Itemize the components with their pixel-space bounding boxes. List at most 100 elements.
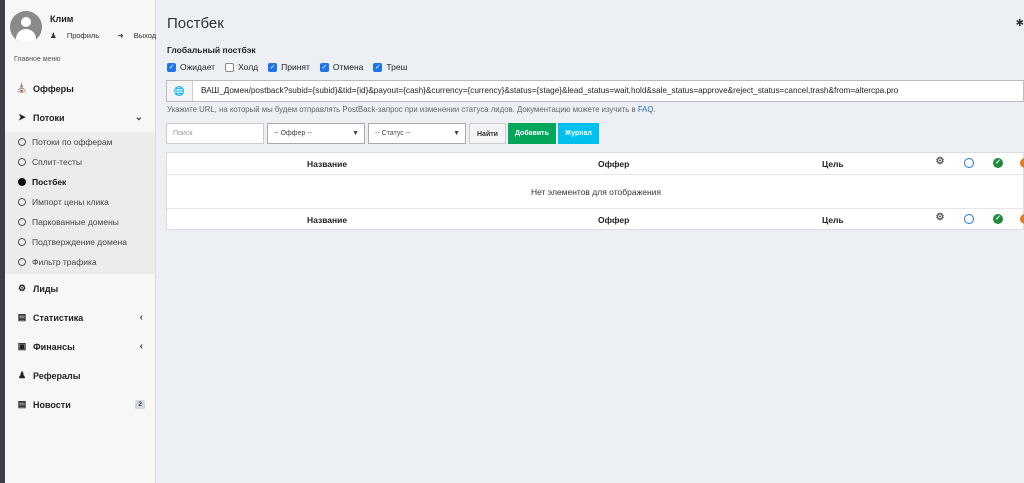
sidebar-subitem-label: Паркованные домены (32, 217, 119, 227)
sidebar-item-stats[interactable]: ▤ Статистика ‹ (5, 303, 155, 332)
postback-hint: Укажите URL, на который мы будем отправл… (167, 105, 656, 114)
column-goal[interactable]: Цель (822, 159, 844, 169)
circle-filled-icon (18, 178, 26, 186)
offer-select-value: -- Оффер -- (274, 130, 312, 137)
column-goal[interactable]: Цель (822, 215, 844, 225)
sidebar-subitem-postback[interactable]: Постбек (5, 172, 155, 192)
money-icon: ▣ (17, 341, 27, 351)
circle-icon (18, 218, 26, 226)
cancel-circle-icon (1020, 158, 1024, 168)
page-title: Постбек (167, 15, 224, 32)
column-offer[interactable]: Оффер (598, 159, 629, 169)
profile-label: Профиль (66, 31, 100, 40)
sidebar-item-label: Статистика (33, 312, 84, 323)
table-footer-row: Название Оффер Цель ⚙ ✓ (167, 208, 1024, 230)
check-circle-icon: ✓ (993, 158, 1003, 168)
logout-label: Выход (133, 31, 157, 40)
sidebar-subitem-label: Подтверждение домена (32, 237, 127, 247)
sidebar: Клим ♟ Профиль ➜ Выход Главное меню ⛪ Офф… (5, 0, 156, 483)
column-offer[interactable]: Оффер (598, 215, 629, 225)
checkbox-trash[interactable]: ✓ Треш (373, 62, 407, 72)
shopping-cart-icon: ⚙ (17, 283, 27, 293)
postback-url-group: 🌐 ВАШ_Домен/postback?subid={subid}&tid={… (166, 80, 1024, 102)
global-postback-label: Глобальный постбэк (167, 45, 256, 55)
sidebar-item-leads[interactable]: ⚙ Лиды (5, 274, 155, 303)
sidebar-item-news[interactable]: ▤ Новости 2 (5, 390, 155, 419)
sidebar-item-label: Офферы (33, 83, 74, 94)
checkbox-unchecked-icon (225, 62, 235, 72)
sidebar-subitem-label: Фильтр трафика (32, 257, 97, 267)
chevron-down-icon: ▼ (352, 130, 359, 137)
user-icon: ♟ (50, 31, 57, 40)
checkbox-label: Ожидает (180, 62, 216, 72)
chevron-left-icon: ‹ (139, 341, 143, 352)
profile-link[interactable]: ♟ Профиль (50, 31, 107, 40)
sidebar-item-label: Рефералы (33, 370, 81, 381)
offer-select[interactable]: -- Оффер -- ▼ (267, 123, 365, 144)
gear-icon: ⚙ (935, 212, 945, 223)
checkbox-checked-icon: ✓ (167, 62, 176, 72)
status-select[interactable]: -- Статус -- ▼ (368, 123, 466, 144)
sidebar-subitem-click-price-import[interactable]: Импорт цены клика (5, 192, 155, 212)
sidebar-item-finance[interactable]: ▣ Финансы ‹ (5, 332, 155, 361)
sidebar-subitem-offer-flows[interactable]: Потоки по офферам (5, 132, 155, 152)
sidebar-item-offers[interactable]: ⛪ Офферы (5, 74, 155, 103)
chevron-left-icon: ‹ (139, 312, 143, 323)
sidebar-subitem-label: Импорт цены клика (32, 197, 109, 207)
sidebar-item-referrals[interactable]: ♟ Рефералы (5, 361, 155, 390)
sidebar-item-label: Новости (33, 399, 71, 410)
find-button[interactable]: Найти (469, 123, 506, 144)
sidebar-item-label: Лиды (33, 283, 59, 294)
empty-message: Нет элементов для отображения (530, 187, 662, 197)
circle-icon (18, 158, 26, 166)
sidebar-subitem-label: Потоки по офферам (32, 137, 113, 147)
clock-icon (964, 158, 974, 168)
column-name[interactable]: Название (307, 215, 347, 225)
sidebar-subitem-parked-domains[interactable]: Паркованные домены (5, 212, 155, 232)
checkbox-approve[interactable]: ✓ Принят (268, 62, 310, 72)
users-icon: ♟ (17, 370, 27, 380)
cancel-circle-icon (1020, 214, 1024, 224)
checkbox-label: Принят (281, 62, 310, 72)
status-select-value: -- Статус -- (375, 130, 411, 137)
circle-icon (18, 258, 26, 266)
sidebar-subitem-label: Сплит-тесты (32, 157, 82, 167)
postback-url-input[interactable]: ВАШ_Домен/postback?subid={subid}&tid={id… (193, 81, 1023, 101)
checkbox-label: Отмена (332, 62, 364, 72)
sidebar-subitem-traffic-filter[interactable]: Фильтр трафика (5, 252, 155, 272)
faq-link[interactable]: FAQ (638, 105, 654, 114)
flows-submenu: Потоки по офферам Сплит-тесты Постбек Им… (5, 132, 155, 274)
circle-icon (18, 198, 26, 206)
chevron-down-icon: ▼ (453, 130, 460, 137)
sidebar-subitem-split-tests[interactable]: Сплит-тесты (5, 152, 155, 172)
user-name: Клим (50, 14, 74, 24)
journal-button[interactable]: Журнал (557, 123, 599, 144)
checkbox-checked-icon: ✓ (268, 62, 278, 72)
chevron-down-icon: ⌄ (134, 112, 143, 123)
checkbox-cancel[interactable]: ✓ Отмена (319, 62, 364, 72)
checkbox-checked-icon: ✓ (373, 62, 383, 72)
send-icon: ➤ (18, 112, 26, 122)
checkbox-wait[interactable]: ✓ Ожидает (167, 62, 215, 72)
clock-icon (964, 214, 974, 224)
area-chart-icon: ▤ (17, 312, 27, 322)
sidebar-subitem-label: Постбек (32, 177, 67, 187)
sidebar-item-flows[interactable]: ➤ Потоки ⌄ (5, 103, 155, 132)
checkbox-label: Холд (238, 62, 259, 72)
search-input[interactable]: Поиск (166, 123, 264, 144)
check-circle-icon: ✓ (993, 214, 1003, 224)
filter-bar: Поиск -- Оффер -- ▼ -- Статус -- ▼ Найти Д… (166, 123, 601, 144)
checkbox-hold[interactable]: Холд (225, 62, 258, 72)
menu-header: Главное меню (14, 56, 61, 63)
table-header-row: Название Оффер Цель ⚙ ✓ (167, 153, 1024, 175)
main-menu: ⛪ Офферы ➤ Потоки ⌄ Потоки по офферам Сплит… (5, 74, 155, 419)
sidebar-item-label: Потоки (33, 112, 65, 123)
add-button[interactable]: Добавить (507, 123, 556, 144)
sidebar-subitem-domain-confirm[interactable]: Подтверждение домена (5, 232, 155, 252)
avatar[interactable] (10, 11, 42, 43)
column-name[interactable]: Название (307, 159, 347, 169)
circle-icon (18, 138, 26, 146)
checkbox-checked-icon: ✓ (319, 62, 329, 72)
settings-icon[interactable]: ✱ (1016, 18, 1024, 29)
newspaper-icon: ▤ (17, 399, 27, 409)
